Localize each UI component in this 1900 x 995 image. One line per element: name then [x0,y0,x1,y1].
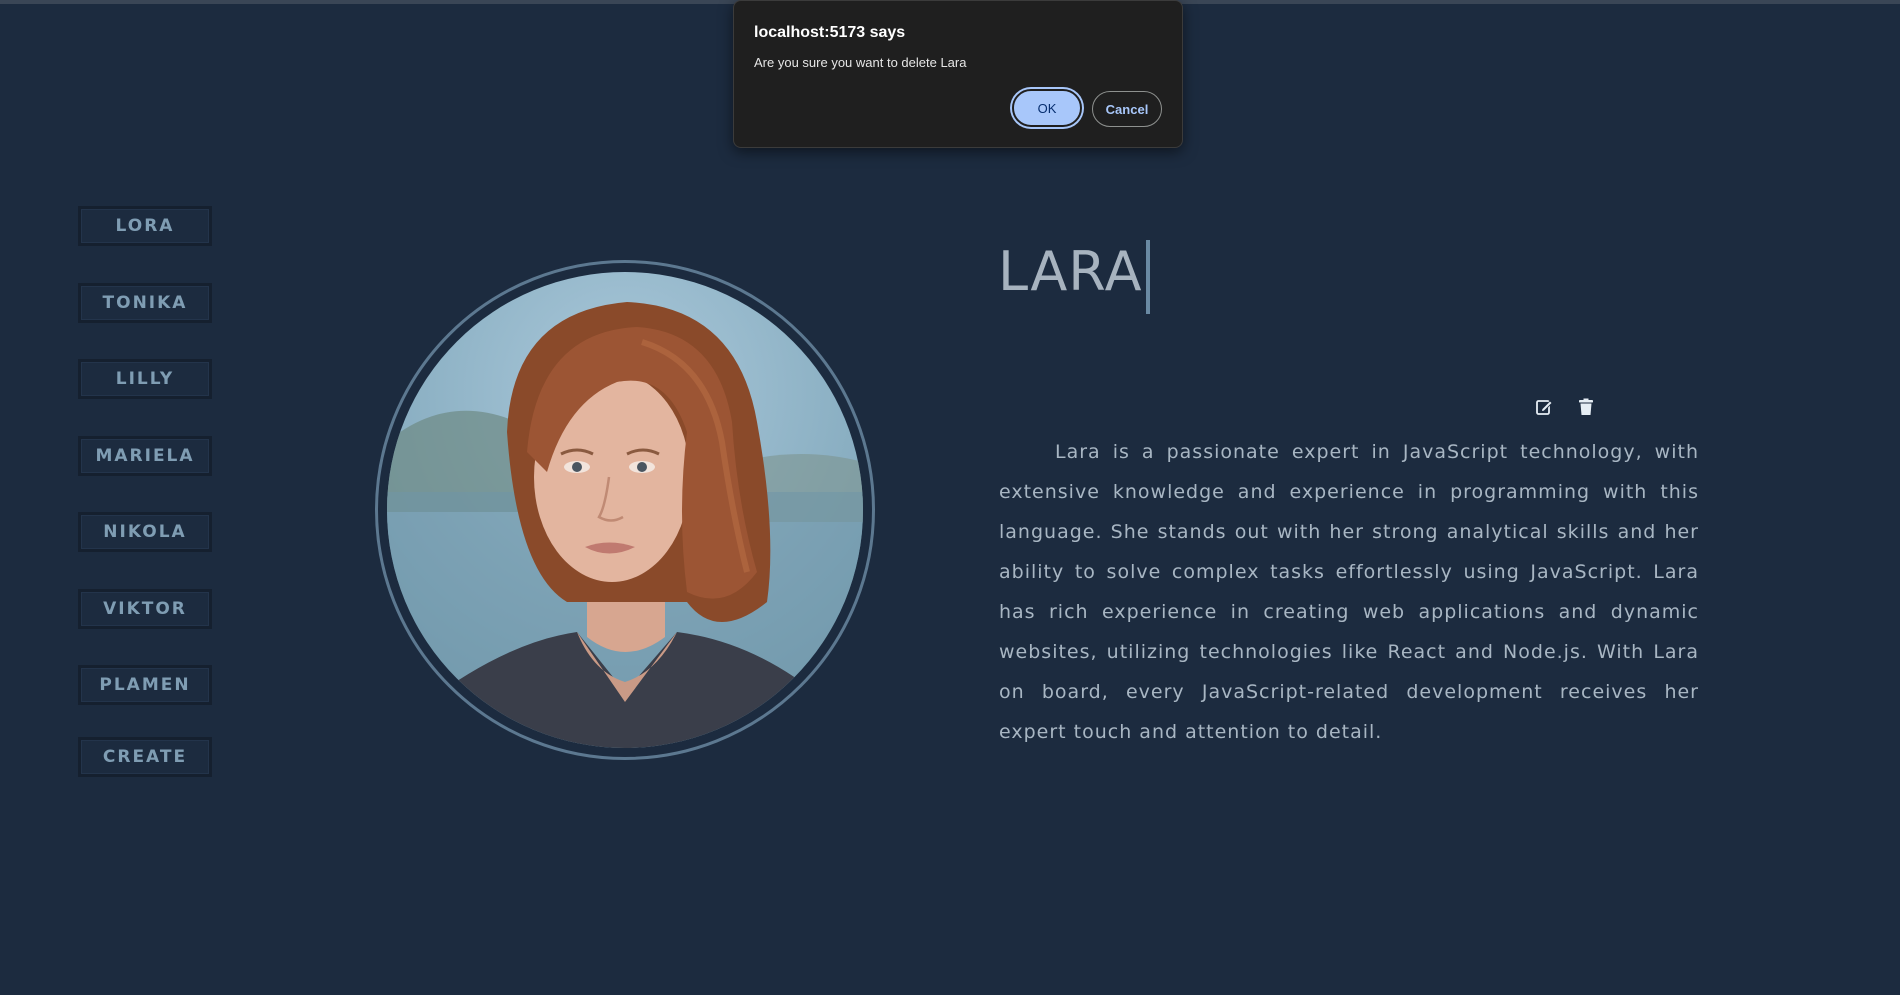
person-name-heading: LARA [998,240,1143,303]
edit-icon[interactable] [1533,396,1555,418]
sidebar-item-nikola[interactable]: NIKOLA [78,512,212,552]
sidebar-item-mariela[interactable]: MARIELA [78,436,212,476]
text-caret [1146,240,1150,314]
profile-photo [387,272,863,748]
sidebar-item-lilly[interactable]: LILLY [78,359,212,399]
confirm-dialog: localhost:5173 says Are you sure you wan… [733,0,1183,148]
cancel-button[interactable]: Cancel [1092,91,1162,127]
sidebar-item-lora[interactable]: LORA [78,206,212,246]
sidebar-item-plamen[interactable]: PLAMEN [78,665,212,705]
create-button[interactable]: CREATE [78,737,212,777]
sidebar-item-tonika[interactable]: TONIKA [78,283,212,323]
person-bio: Lara is a passionate expert in JavaScrip… [999,441,1699,743]
ok-button[interactable]: OK [1012,89,1082,127]
sidebar-item-viktor[interactable]: VIKTOR [78,589,212,629]
dialog-message: Are you sure you want to delete Lara [754,55,967,70]
dialog-title: localhost:5173 says [754,24,906,41]
trash-icon[interactable] [1575,396,1597,418]
